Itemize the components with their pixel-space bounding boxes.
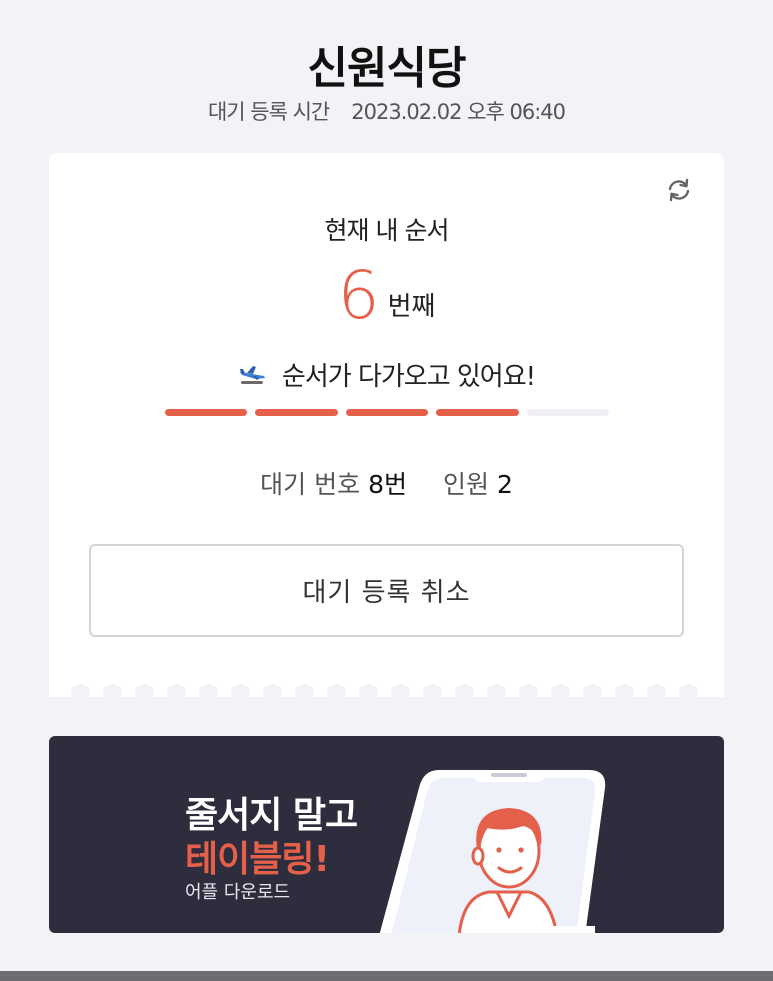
ticket-edge [71, 684, 711, 706]
queue-position-number: 6 [337, 257, 380, 334]
banner-brand: 테이블링! [185, 839, 330, 880]
page: 신원식당 대기 등록 시간 2023.02.02 오후 06:40 현재 내 순서… [0, 0, 773, 981]
queue-message: 순서가 다가오고 있어요! [49, 356, 724, 393]
progress-segment-filled [255, 409, 338, 416]
waiting-number-label: 대기 번호 [260, 470, 361, 499]
registration-time: 2023.02.02 오후 06:40 [351, 100, 566, 124]
queue-position: 6 번째 [49, 263, 724, 329]
queue-position-suffix: 번째 [387, 292, 436, 322]
restaurant-name: 신원식당 [307, 43, 467, 94]
app-download-banner[interactable]: 줄서지 말고 테이블링! 어플 다운로드 [49, 736, 724, 933]
party-size-value: 2 [496, 470, 513, 499]
airplane-icon [238, 364, 268, 386]
refresh-button[interactable] [664, 175, 694, 205]
banner-subtext: 어플 다운로드 [185, 882, 291, 903]
registration-label: 대기 등록 시간 [207, 100, 330, 124]
queue-progress-bar [165, 409, 610, 417]
progress-segment-filled [436, 409, 519, 416]
queue-message-text: 순서가 다가오고 있어요! [281, 362, 536, 392]
progress-segment-empty [526, 409, 610, 416]
progress-segment-filled [165, 409, 248, 416]
bottom-bar [0, 971, 773, 981]
progress-segment-filled [345, 409, 429, 416]
waiting-number-value: 8번 [368, 470, 407, 499]
queue-card: 현재 내 순서 6 번째 순서가 다가오고 있어요! 대기 번호 8번 인원 2 [49, 153, 724, 703]
queue-info: 대기 번호 8번 인원 2 [49, 465, 724, 501]
refresh-icon [668, 178, 690, 202]
phone-illustration [379, 770, 606, 933]
party-size-label: 인원 [442, 470, 489, 499]
registration-time-row: 대기 등록 시간 2023.02.02 오후 06:40 [0, 96, 773, 126]
queue-title: 현재 내 순서 [324, 216, 450, 245]
cancel-registration-button[interactable]: 대기 등록 취소 [89, 544, 684, 637]
